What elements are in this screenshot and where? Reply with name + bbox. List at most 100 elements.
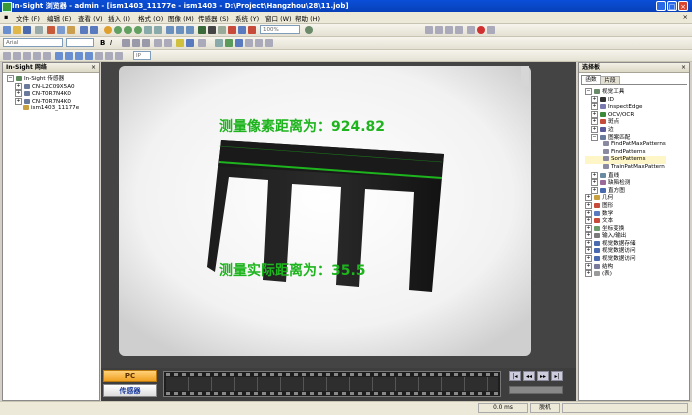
border-icon[interactable]: [198, 39, 206, 47]
tree-root[interactable]: − In-Sight 传感器: [7, 75, 79, 83]
menu-close-icon[interactable]: ×: [683, 13, 688, 21]
sensor-button[interactable]: 传感器: [103, 384, 157, 397]
menu-edit[interactable]: 编辑 (E): [47, 13, 71, 23]
net-icon-7[interactable]: [65, 52, 73, 60]
zoom-out-icon[interactable]: [124, 26, 132, 34]
tree-item-sensor-3[interactable]: + CN-T0R7N4K0: [7, 97, 79, 106]
image-icon[interactable]: [166, 26, 174, 34]
network-panel-close-icon[interactable]: ×: [91, 63, 96, 73]
trigger-icon[interactable]: [198, 26, 206, 34]
graphic-icon[interactable]: [225, 39, 233, 47]
fill-color-icon[interactable]: [176, 39, 184, 47]
grid-icon[interactable]: [144, 26, 152, 34]
net-icon-12[interactable]: [115, 52, 123, 60]
font-combo[interactable]: Arial: [3, 38, 63, 47]
menu-image[interactable]: 图像 (M): [168, 13, 194, 23]
bold-icon[interactable]: B: [100, 39, 108, 47]
first-frame-button[interactable]: |◂: [509, 371, 521, 381]
net-icon-9[interactable]: [85, 52, 93, 60]
prev-frame-icon[interactable]: [435, 26, 443, 34]
menu-view[interactable]: 查看 (V): [78, 13, 103, 23]
tree-edges[interactable]: + 边: [585, 125, 666, 134]
net-icon-1[interactable]: [3, 52, 11, 60]
italic-icon[interactable]: I: [110, 39, 118, 47]
tree-findpatmaxpatterns[interactable]: FindPatMaxPatterns: [585, 141, 666, 149]
net-icon-10[interactable]: [95, 52, 103, 60]
prev-frame-button[interactable]: ◂◂: [523, 371, 535, 381]
tree-item-sensor-1[interactable]: + CN-L2C09X5A0: [7, 82, 79, 91]
snippet-icon[interactable]: [265, 39, 273, 47]
first-frame-icon[interactable]: [425, 26, 433, 34]
net-icon-3[interactable]: [23, 52, 31, 60]
copy-icon[interactable]: [57, 26, 65, 34]
tree-ocv-ocr[interactable]: + OCV/OCR: [585, 110, 666, 119]
tree-input-output[interactable]: + 输入/输出: [585, 232, 666, 240]
new-icon[interactable]: [3, 26, 11, 34]
tree-defect-detection[interactable]: + 缺陷检测: [585, 179, 666, 187]
film-icon[interactable]: [186, 26, 194, 34]
menu-file[interactable]: 文件 (F): [16, 13, 40, 23]
stop-icon[interactable]: [248, 26, 256, 34]
tree-item-sensor-4[interactable]: ism1403_11177e: [7, 105, 79, 113]
menu-system[interactable]: 系统 (Y): [235, 13, 259, 23]
redo-icon[interactable]: [90, 26, 98, 34]
tree-sortpatterns[interactable]: SortPatterns: [585, 156, 666, 164]
net-icon-6[interactable]: [55, 52, 63, 60]
tree-table[interactable]: + (表): [585, 270, 666, 278]
outdent-icon[interactable]: [164, 39, 172, 47]
filmstrip[interactable]: [163, 371, 501, 397]
playback-icon[interactable]: [487, 26, 495, 34]
menu-help[interactable]: 帮助 (H): [295, 13, 320, 23]
zoom-in-icon[interactable]: [114, 26, 122, 34]
tree-inspectedge[interactable]: + InspectEdge: [585, 103, 666, 111]
sort-icon[interactable]: [255, 39, 263, 47]
menu-sensor[interactable]: 传感器 (S): [198, 13, 229, 23]
palette-close-icon[interactable]: ×: [681, 63, 686, 73]
zoom-fit-icon[interactable]: [134, 26, 142, 34]
online-icon[interactable]: [228, 26, 236, 34]
cut-icon[interactable]: [47, 26, 55, 34]
maximize-button[interactable]: □: [667, 1, 677, 11]
image-display[interactable]: 测量像素距离为：924.82 测量实际距离为：35.5: [101, 62, 576, 368]
tree-structure[interactable]: + 结构: [585, 262, 666, 271]
net-icon-4[interactable]: [33, 52, 41, 60]
net-icon-11[interactable]: [105, 52, 113, 60]
display-icon[interactable]: [176, 26, 184, 34]
pc-button[interactable]: PC: [103, 370, 157, 382]
record-stop-icon[interactable]: [477, 26, 485, 34]
tree-geometry[interactable]: + 几何: [585, 194, 666, 202]
camera-icon[interactable]: [208, 26, 216, 34]
zoom-combo[interactable]: 100%: [260, 25, 300, 34]
save-icon[interactable]: [23, 26, 31, 34]
tree-text[interactable]: + 文本: [585, 217, 666, 225]
last-frame-button[interactable]: ▸|: [551, 371, 563, 381]
align-left-icon[interactable]: [122, 39, 130, 47]
undo-icon[interactable]: [80, 26, 88, 34]
paste-icon[interactable]: [67, 26, 75, 34]
live-icon[interactable]: [238, 26, 246, 34]
tree-vision-data-storage[interactable]: + 视觉数据存储: [585, 239, 666, 248]
tree-item-sensor-2[interactable]: + CN-T0R7N4K0: [7, 90, 79, 98]
cell-icon[interactable]: [215, 39, 223, 47]
close-button[interactable]: ×: [678, 1, 688, 11]
help-icon[interactable]: [305, 26, 313, 34]
step-icon[interactable]: [467, 26, 475, 34]
net-icon-2[interactable]: [13, 52, 21, 60]
menu-window[interactable]: 窗口 (W): [265, 13, 292, 23]
menu-insert[interactable]: 插入 (I): [108, 13, 130, 23]
open-icon[interactable]: [13, 26, 21, 34]
tree-id[interactable]: + ID: [585, 95, 666, 104]
font-size-combo[interactable]: [66, 38, 94, 47]
filmstrip-scrollbar[interactable]: [509, 386, 563, 394]
last-frame-icon[interactable]: [455, 26, 463, 34]
align-right-icon[interactable]: [142, 39, 150, 47]
minimize-button[interactable]: _: [656, 1, 666, 11]
tree-lines[interactable]: + 直线: [585, 171, 666, 180]
tree-vision-data-access-1[interactable]: + 视觉数据访问: [585, 247, 666, 255]
tree-trainpatmaxpattern[interactable]: TrainPatMaxPattern: [585, 163, 666, 172]
filter-icon[interactable]: [245, 39, 253, 47]
ip-combo[interactable]: IP: [133, 51, 151, 60]
print-icon[interactable]: [35, 26, 43, 34]
table-icon[interactable]: [154, 26, 162, 34]
tree-vision-data-access-2[interactable]: + 视觉数据访问: [585, 255, 666, 263]
